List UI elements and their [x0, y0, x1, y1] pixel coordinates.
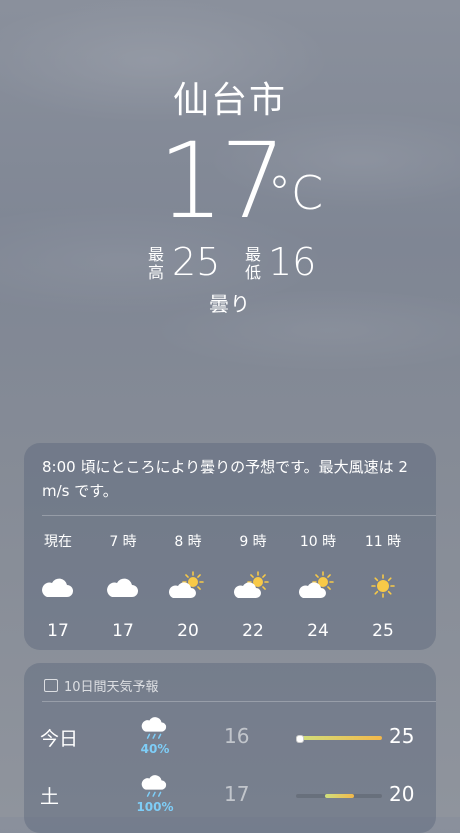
day-name: 土 — [40, 786, 60, 808]
hour-temperature: 17 — [112, 621, 134, 641]
calendar-icon — [44, 679, 58, 692]
day-high: 20 — [389, 782, 415, 806]
sun-icon — [363, 571, 403, 601]
hour-temperature: 17 — [47, 621, 69, 641]
day-low: 17 — [224, 782, 250, 806]
divider — [42, 515, 436, 516]
precipitation-chance: 100% — [136, 800, 174, 814]
rain-cloud-icon — [139, 772, 171, 798]
day-row[interactable]: 土 100% 17 20 — [24, 772, 436, 832]
hourly-strip[interactable]: 現在 17 7 時 17 8 時 20 9 時 22 10 時 24 11 時 25 — [32, 531, 436, 641]
hour-temperature: 25 — [372, 621, 394, 641]
forecast-summary: 8:00 頃にところにより曇りの予想です。最大風速は 2 m/s です。 — [42, 458, 408, 500]
hour-temperature: 20 — [177, 621, 199, 641]
current-temperature-row: 17 °C — [0, 126, 460, 236]
day-row[interactable]: 今日 40% 16 25 — [24, 714, 436, 774]
condition-text: 曇り — [209, 292, 251, 316]
hour-label: 11 時 — [364, 534, 402, 550]
temperature-range-bar — [296, 736, 382, 740]
hourly-forecast-card[interactable]: 8:00 頃にところにより曇りの予想です。最大風速は 2 m/s です。 現在 1… — [24, 443, 436, 650]
day-name: 今日 — [40, 728, 79, 750]
ten-day-title: 10日間天気予報 — [44, 676, 159, 695]
cloud-icon — [38, 571, 78, 601]
rain-cloud-icon — [139, 714, 171, 740]
day-high: 25 — [389, 724, 415, 748]
current-temp-marker — [296, 735, 304, 743]
hour-label: 9 時 — [239, 534, 267, 550]
hour-label: 10 時 — [299, 534, 337, 550]
day-low: 16 — [224, 724, 250, 748]
hour-label: 現在 — [44, 534, 72, 550]
hour-temperature: 24 — [307, 621, 329, 641]
cloud-icon — [103, 571, 143, 601]
high-label: 最高 — [147, 245, 164, 282]
temperature-range-track — [296, 794, 382, 798]
divider — [42, 701, 436, 702]
partly-sunny-icon — [298, 571, 338, 601]
temperature-range-bar — [325, 794, 355, 798]
high-temperature: 25 — [172, 240, 221, 284]
hour-label: 8 時 — [174, 534, 202, 550]
city-name: 仙台市 — [172, 80, 287, 121]
hour-label: 7 時 — [109, 534, 137, 550]
high-low-row: 最高 25 最低 16 — [0, 240, 460, 288]
current-temperature: 17 — [158, 120, 286, 242]
current-weather-header: 仙台市 17 °C 最高 25 最低 16 曇り — [0, 78, 460, 317]
low-temperature: 16 — [268, 240, 317, 284]
temperature-range-track — [296, 735, 382, 743]
partly-sunny-icon — [233, 571, 273, 601]
hour-temperature: 22 — [242, 621, 264, 641]
partly-sunny-icon — [168, 571, 208, 601]
ten-day-forecast-card[interactable]: 10日間天気予報 今日 40% 16 25 土 100% 17 20 — [24, 663, 436, 833]
ten-day-title-text: 10日間天気予報 — [64, 680, 159, 695]
low-label: 最低 — [244, 245, 261, 282]
temperature-unit: °C — [268, 166, 324, 220]
precipitation-chance: 40% — [140, 742, 170, 756]
